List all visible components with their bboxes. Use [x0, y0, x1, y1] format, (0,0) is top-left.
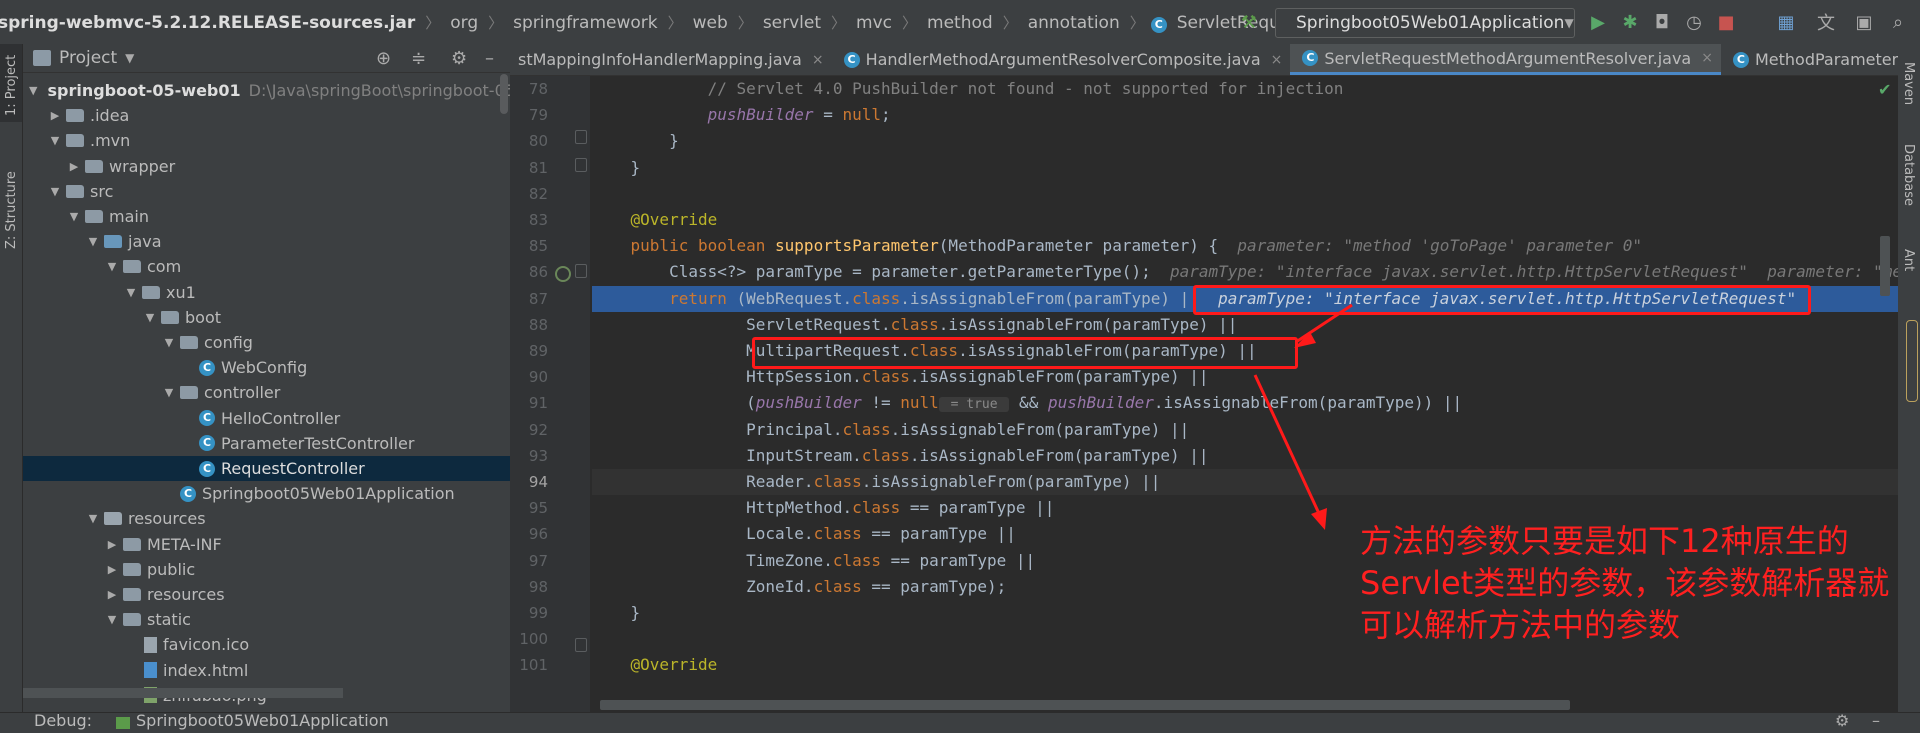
annotation-line-1: 方法的参数只要是如下12种原生的	[1360, 522, 1849, 560]
annotation-line-3: 可以解析方法中的参数	[1360, 606, 1681, 644]
arrow-to-servletrequest	[1295, 303, 1353, 344]
arrow-to-note	[1253, 374, 1324, 521]
annotation-line-2: Servlet类型的参数，该参数解析器就	[1360, 564, 1890, 602]
annotation-note: 方法的参数只要是如下12种原生的 Servlet类型的参数，该参数解析器就 可以…	[1360, 520, 1900, 646]
spring-boot-icon	[116, 717, 131, 729]
debug-label: Debug:	[34, 712, 93, 730]
gear-icon[interactable]: ⚙	[1835, 713, 1849, 730]
debug-tool-bar: Debug: Springboot05Web01Application ⚙ –	[0, 712, 1920, 733]
hide-icon[interactable]: –	[1872, 713, 1880, 730]
debug-session-tab[interactable]: Springboot05Web01Application	[136, 713, 389, 730]
arrowhead-lower	[1311, 508, 1327, 530]
